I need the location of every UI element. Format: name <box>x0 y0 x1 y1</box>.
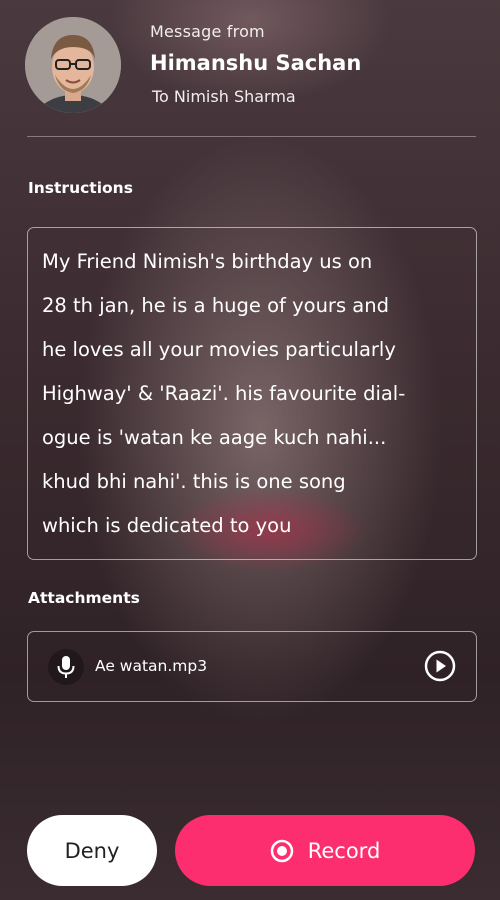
attachment-item[interactable]: Ae watan.mp3 <box>27 631 477 702</box>
record-button-label: Record <box>307 838 381 863</box>
header-divider <box>27 136 476 137</box>
microphone-icon <box>48 649 84 685</box>
attachment-file-name: Ae watan.mp3 <box>95 657 208 675</box>
instructions-text: My Friend Nimish's birthday us on 28 th … <box>42 250 406 537</box>
record-icon <box>270 839 294 863</box>
instructions-heading: Instructions <box>28 179 133 197</box>
record-button[interactable]: Record <box>175 815 475 886</box>
deny-button[interactable]: Deny <box>27 815 157 886</box>
instructions-box: My Friend Nimish's birthday us on 28 th … <box>27 227 477 560</box>
attachments-heading: Attachments <box>28 589 140 607</box>
message-screen: Message from Himanshu Sachan To Nimish S… <box>0 0 500 900</box>
message-from-label: Message from <box>150 22 265 41</box>
recipient-line: To Nimish Sharma <box>152 87 296 106</box>
play-icon[interactable] <box>424 650 456 682</box>
sender-avatar <box>25 17 121 113</box>
deny-button-label: Deny <box>64 838 120 863</box>
sender-name: Himanshu Sachan <box>150 51 362 75</box>
